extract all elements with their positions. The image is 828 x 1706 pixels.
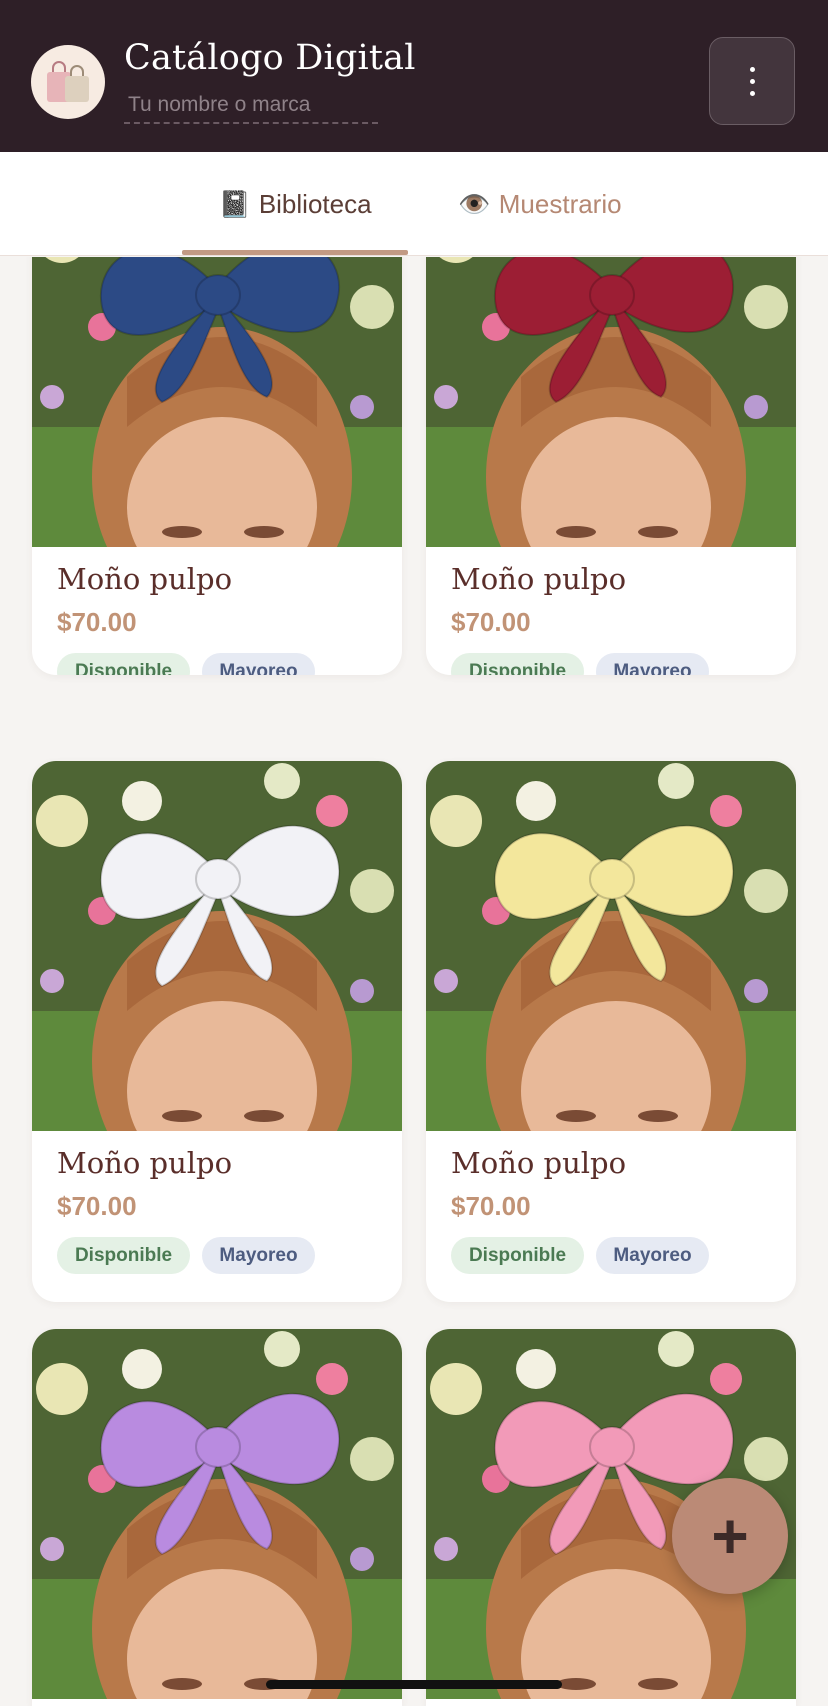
tab-label: Biblioteca <box>258 188 372 219</box>
availability-badge: Disponible <box>451 653 584 675</box>
tab-muestrario[interactable]: 👁️ Muestrario <box>425 152 655 256</box>
tab-label: Muestrario <box>498 188 622 219</box>
product-price: $70.00 <box>57 607 137 637</box>
plus-icon: + <box>711 1500 749 1572</box>
notebook-icon: 📓 <box>218 188 251 219</box>
home-indicator <box>266 1680 562 1689</box>
wholesale-badge: Mayoreo <box>202 653 315 675</box>
tab-biblioteca[interactable]: 📓 Biblioteca <box>182 152 408 256</box>
shopping-bags-icon <box>47 61 89 102</box>
brand-name-input[interactable] <box>124 88 378 124</box>
app-header: Catálogo Digital <box>0 0 828 152</box>
product-card[interactable] <box>32 1329 402 1706</box>
product-photo <box>32 257 402 547</box>
product-name: Moño pulpo <box>57 562 233 596</box>
more-menu-button[interactable] <box>709 37 795 125</box>
product-name: Moño pulpo <box>451 562 627 596</box>
logo[interactable] <box>31 45 105 119</box>
active-tab-indicator <box>182 250 408 255</box>
product-photo <box>32 761 402 1131</box>
product-photo <box>426 257 796 547</box>
availability-badge: Disponible <box>57 1237 190 1274</box>
tab-bar: 📓 Biblioteca 👁️ Muestrario <box>0 152 828 256</box>
wholesale-badge: Mayoreo <box>202 1237 315 1274</box>
more-vertical-icon <box>750 67 755 72</box>
product-card[interactable]: Moño pulpo $70.00 Disponible Mayoreo <box>32 257 402 675</box>
wholesale-badge: Mayoreo <box>596 1237 709 1274</box>
product-name: Moño pulpo <box>57 1146 233 1180</box>
wholesale-badge: Mayoreo <box>596 653 709 675</box>
product-card[interactable]: Moño pulpo $70.00 Disponible Mayoreo <box>426 761 796 1302</box>
add-product-button[interactable]: + <box>672 1478 788 1594</box>
app-title: Catálogo Digital <box>124 38 416 78</box>
product-price: $70.00 <box>451 1191 531 1221</box>
product-photo <box>32 1329 402 1699</box>
product-card[interactable]: Moño pulpo $70.00 Disponible Mayoreo <box>426 257 796 675</box>
availability-badge: Disponible <box>57 653 190 675</box>
product-card[interactable]: Moño pulpo $70.00 Disponible Mayoreo <box>32 761 402 1302</box>
availability-badge: Disponible <box>451 1237 584 1274</box>
product-photo <box>426 761 796 1131</box>
product-price: $70.00 <box>57 1191 137 1221</box>
product-name: Moño pulpo <box>451 1146 627 1180</box>
product-price: $70.00 <box>451 607 531 637</box>
eye-icon: 👁️ <box>458 188 491 219</box>
